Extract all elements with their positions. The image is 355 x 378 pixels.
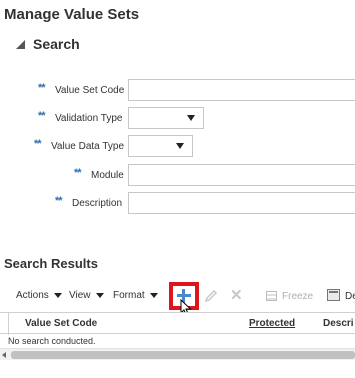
required-marker: ** — [38, 110, 46, 122]
chevron-down-icon — [95, 293, 104, 298]
detach-button[interactable]: De — [345, 291, 355, 302]
module-input[interactable] — [128, 164, 355, 186]
value-data-type-label: Value Data Type — [51, 141, 125, 152]
required-marker: ** — [55, 195, 63, 207]
value-set-code-input[interactable] — [128, 79, 355, 101]
value-data-type-select[interactable] — [128, 135, 193, 157]
freeze-button[interactable]: Freeze — [282, 291, 313, 302]
delete-x-icon[interactable]: ✕ — [230, 288, 243, 304]
collapse-triangle-icon[interactable] — [16, 39, 25, 49]
chevron-down-icon — [176, 143, 184, 149]
actions-menu[interactable]: Actions — [16, 290, 62, 301]
validation-type-select[interactable] — [128, 107, 204, 129]
column-header-value-set-code[interactable]: Value Set Code — [25, 318, 97, 329]
detach-icon[interactable] — [327, 289, 340, 301]
chevron-down-icon — [149, 293, 158, 298]
required-marker: ** — [34, 138, 42, 150]
value-set-code-label: Value Set Code — [55, 85, 125, 96]
search-section-header[interactable]: Search — [16, 36, 80, 52]
description-input[interactable] — [128, 192, 355, 214]
search-results-title: Search Results — [4, 256, 98, 271]
view-menu-label: View — [69, 290, 91, 301]
scrollbar-thumb[interactable] — [11, 351, 355, 359]
column-header-protected[interactable]: Protected — [249, 318, 295, 329]
format-menu[interactable]: Format — [113, 290, 158, 301]
column-header-description[interactable]: Descri — [323, 318, 354, 329]
pencil-icon[interactable] — [204, 289, 218, 303]
format-menu-label: Format — [113, 290, 145, 301]
empty-results-message: No search conducted. — [8, 336, 96, 346]
freeze-icon — [266, 291, 277, 301]
description-label: Description — [72, 198, 123, 209]
search-section-title: Search — [33, 36, 80, 52]
row-selector-divider — [8, 313, 9, 335]
actions-menu-label: Actions — [16, 290, 49, 301]
scroll-left-arrow-icon[interactable] — [2, 352, 6, 358]
view-menu[interactable]: View — [69, 290, 104, 301]
horizontal-scrollbar[interactable] — [0, 348, 355, 360]
results-table-header: Value Set Code Protected Descri — [0, 312, 355, 335]
required-marker: ** — [74, 167, 82, 179]
required-marker: ** — [38, 82, 46, 94]
module-label: Module — [91, 170, 124, 181]
page-title: Manage Value Sets — [4, 6, 140, 23]
validation-type-label: Validation Type — [55, 113, 123, 124]
chevron-down-icon — [187, 115, 195, 121]
chevron-down-icon — [53, 293, 62, 298]
